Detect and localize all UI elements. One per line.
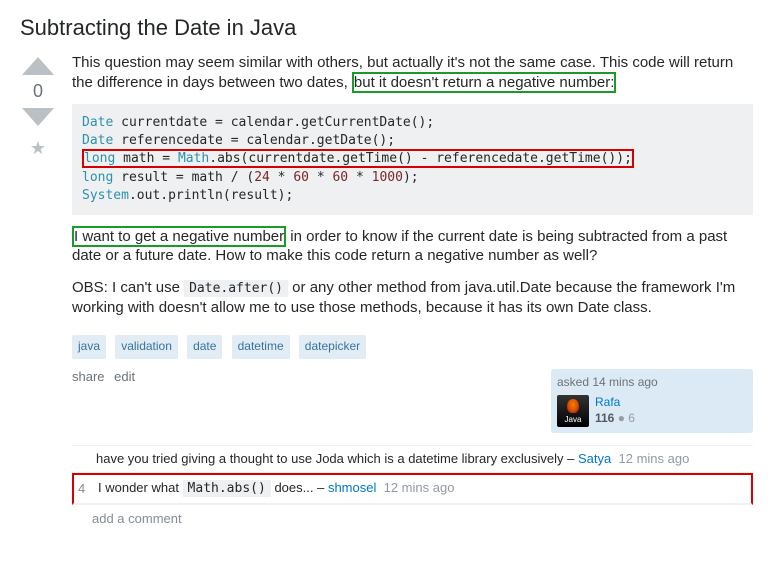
user-link[interactable]: Rafa bbox=[595, 395, 620, 409]
comment-user-link[interactable]: Satya bbox=[578, 451, 611, 466]
comments-list: have you tried giving a thought to use J… bbox=[72, 445, 753, 506]
vote-score: 0 bbox=[33, 81, 43, 102]
paragraph-1: This question may seem similar with othe… bbox=[72, 53, 753, 92]
question-body: This question may seem similar with othe… bbox=[72, 53, 753, 528]
inline-code-math-abs: Math.abs() bbox=[183, 480, 271, 497]
comment-user-link[interactable]: shmosel bbox=[328, 480, 376, 495]
inline-code-date-after: Date.after() bbox=[184, 280, 288, 297]
share-link[interactable]: share bbox=[72, 369, 105, 384]
comment-row-highlighted: 4 I wonder what Math.abs() does... – shm… bbox=[72, 473, 753, 505]
comment-score: 4 bbox=[78, 481, 92, 498]
tag-java[interactable]: java bbox=[72, 335, 106, 359]
tag-datepicker[interactable]: datepicker bbox=[299, 335, 366, 359]
edit-link[interactable]: edit bbox=[114, 369, 135, 384]
question-title: Subtracting the Date in Java bbox=[20, 15, 753, 41]
favorite-icon[interactable]: ★ bbox=[30, 138, 46, 159]
highlight-math-abs-line: long math = Math.abs(currentdate.getTime… bbox=[82, 149, 634, 168]
downvote-icon[interactable] bbox=[20, 106, 56, 130]
avatar[interactable] bbox=[557, 395, 589, 427]
tag-date[interactable]: date bbox=[187, 335, 222, 359]
upvote-icon[interactable] bbox=[20, 53, 56, 77]
comment-row: have you tried giving a thought to use J… bbox=[72, 446, 753, 474]
highlight-want-negative: I want to get a negative number bbox=[72, 226, 286, 247]
code-block: Date currentdate = calendar.getCurrentDa… bbox=[72, 104, 753, 215]
paragraph-3: OBS: I can't use Date.after() or any oth… bbox=[72, 278, 753, 317]
tag-validation[interactable]: validation bbox=[115, 335, 178, 359]
asked-time: asked 14 mins ago bbox=[557, 375, 747, 391]
paragraph-2: I want to get a negative number in order… bbox=[72, 227, 753, 266]
user-card: asked 14 mins ago Rafa 116 ● 6 bbox=[551, 369, 753, 433]
vote-column: 0 ★ bbox=[20, 53, 56, 528]
add-comment-link[interactable]: add a comment bbox=[72, 505, 753, 528]
tag-list: java validation date datetime datepicker bbox=[72, 335, 753, 359]
post-menu: share edit bbox=[72, 369, 141, 386]
user-badges: ● 6 bbox=[618, 411, 635, 425]
tag-datetime[interactable]: datetime bbox=[232, 335, 290, 359]
user-rep: 116 bbox=[595, 411, 614, 425]
highlight-negative-clause: but it doesn't return a negative number: bbox=[352, 72, 617, 93]
